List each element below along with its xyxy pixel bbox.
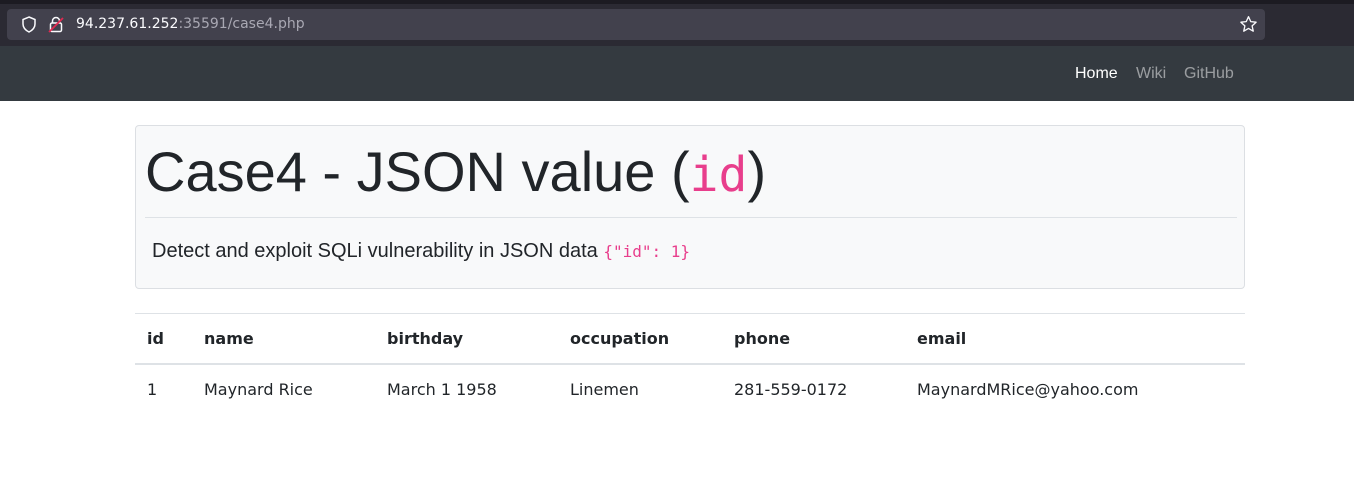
url-host: 94.237.61.252 [76, 16, 179, 32]
nav-link-github[interactable]: GitHub [1184, 64, 1234, 83]
results-table: id name birthday occupation phone email … [135, 313, 1245, 414]
table-header-row: id name birthday occupation phone email [135, 313, 1245, 365]
tracking-protection-shield-icon[interactable] [21, 16, 37, 33]
cell-phone: 281-559-0172 [734, 379, 848, 399]
page-title-code: id [689, 147, 748, 203]
column-header-id: id [135, 313, 192, 365]
table-body: 1 Maynard Rice March 1 1958 Linemen 281-… [135, 364, 1245, 414]
jumbotron: Case4 - JSON value (id) Detect and explo… [135, 125, 1245, 289]
page-title-prefix: Case4 - JSON value ( [145, 140, 690, 203]
bookmark-star-icon[interactable] [1239, 15, 1258, 34]
page-description: Detect and exploit SQLi vulnerability in… [152, 239, 690, 264]
column-header-email: email [905, 313, 1245, 365]
cell-email: MaynardMRice@yahoo.com [917, 379, 1139, 399]
nav-link-wiki[interactable]: Wiki [1136, 64, 1166, 83]
address-bar[interactable]: 94.237.61.252:35591/case4.php [7, 9, 1265, 40]
column-header-occupation: occupation [558, 313, 722, 365]
cell-id: 1 [147, 379, 158, 399]
site-navbar: Home Wiki GitHub [0, 46, 1354, 101]
description-code: {"id": 1} [603, 242, 691, 261]
cell-name: Maynard Rice [204, 379, 313, 399]
page-title: Case4 - JSON value (id) [145, 140, 766, 207]
column-header-phone: phone [722, 313, 905, 365]
browser-tab-strip-edge [0, 0, 1354, 4]
description-text: Detect and exploit SQLi vulnerability in… [152, 240, 604, 262]
column-header-birthday: birthday [375, 313, 558, 365]
table-header: id name birthday occupation phone email [135, 313, 1245, 365]
table-row: 1 Maynard Rice March 1 1958 Linemen 281-… [135, 364, 1245, 414]
insecure-lock-icon[interactable] [48, 16, 64, 33]
cell-occupation: Linemen [570, 379, 639, 399]
jumbotron-divider [145, 217, 1237, 218]
url-text[interactable]: 94.237.61.252:35591/case4.php [76, 16, 305, 33]
url-path: :35591/case4.php [178, 16, 305, 32]
cell-birthday: March 1 1958 [387, 379, 497, 399]
nav-link-home[interactable]: Home [1075, 64, 1118, 83]
browser-toolbar: 94.237.61.252:35591/case4.php [0, 0, 1354, 46]
page-title-suffix: ) [747, 140, 767, 203]
column-header-name: name [192, 313, 375, 365]
